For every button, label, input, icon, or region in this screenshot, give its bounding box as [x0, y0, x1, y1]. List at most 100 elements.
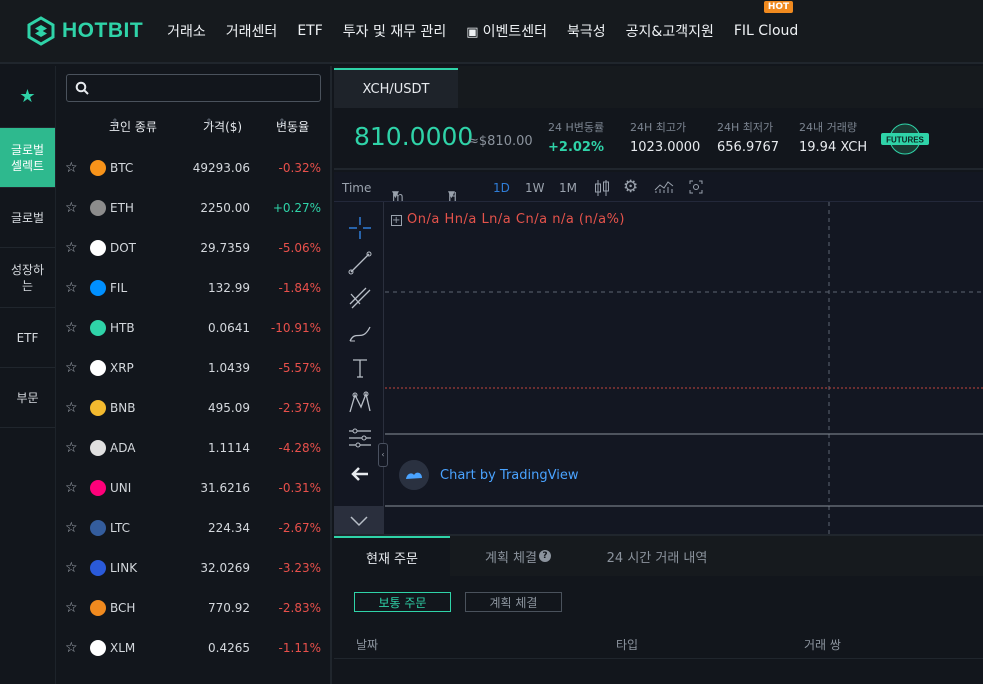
category-label: ETF [16, 330, 39, 345]
plan-order-button[interactable]: 계획 체결 [465, 592, 562, 612]
text-tool-icon[interactable] [346, 354, 374, 382]
category-global[interactable]: 글로벌 [0, 188, 55, 248]
favorite-star-icon[interactable]: ☆ [65, 400, 78, 416]
favorite-star-icon[interactable]: ☆ [65, 640, 78, 656]
nav-item-etf[interactable]: ETF [297, 23, 322, 39]
gear-icon[interactable]: ⚙ [623, 177, 638, 197]
category-label: 부문 [16, 390, 39, 405]
candle-type-icon[interactable] [594, 179, 610, 197]
futures-label: FUTURES [886, 136, 924, 145]
favorite-star-icon[interactable]: ☆ [65, 600, 78, 616]
coin-symbol: UNI [110, 481, 132, 495]
tab-current-orders[interactable]: 현재 주문 [334, 536, 450, 576]
coin-row[interactable]: ☆ BTC 49293.06 -0.32% [56, 148, 330, 188]
nav-item-finance[interactable]: 투자 및 재무 관리 [343, 21, 447, 41]
coin-row[interactable]: ☆ DOT 29.7359 -5.06% [56, 228, 330, 268]
nav-item-fil-cloud[interactable]: HOT FIL Cloud [734, 1, 798, 39]
coin-row[interactable]: ☆ FIL 132.99 -1.84% [56, 268, 330, 308]
category-growth[interactable]: 성장하 는 [0, 248, 55, 308]
tradingview-label: Chart by TradingView [440, 467, 579, 483]
coin-row[interactable]: ☆ LINK 32.0269 -3.23% [56, 548, 330, 588]
coin-row[interactable]: ☆ XRP 1.0439 -5.57% [56, 348, 330, 388]
pattern-icon[interactable] [346, 389, 374, 417]
coin-row[interactable]: ☆ ETH 2250.00 +0.27% [56, 188, 330, 228]
interval-1m-button[interactable]: 1M [559, 181, 577, 195]
nav-item-events[interactable]: ▣ 이벤트센터 [466, 21, 547, 41]
tab-plan-orders[interactable]: 계획 체결? [470, 536, 566, 576]
chevron-down-icon [350, 516, 368, 527]
tradingview-logo-icon [399, 460, 429, 490]
indicators-icon[interactable] [654, 180, 674, 194]
category-label: 글로벌 셀렉트 [10, 142, 45, 173]
futures-badge[interactable]: FUTURES [881, 122, 929, 156]
favorites-tab[interactable]: ★ [0, 66, 55, 128]
expand-toolbar-button[interactable] [334, 506, 384, 536]
normal-order-button[interactable]: 보통 주문 [354, 592, 451, 612]
ticker-bar: 810.0000 ≈$810.00 24 H변동률 +2.02% 24H 최고가… [334, 108, 983, 170]
coin-price: 224.34 [208, 521, 250, 535]
coin-change: -0.31% [278, 481, 321, 495]
legend-toggle-icon[interactable]: + [391, 215, 402, 226]
favorite-star-icon[interactable]: ☆ [65, 480, 78, 496]
tab-pair[interactable]: XCH/USDT [334, 68, 458, 108]
chart-container: Time m ▼ H ▼ 1D 1W 1M ⚙ ‹ + On/a Hn/a Ln… [334, 172, 983, 536]
favorite-star-icon[interactable]: ☆ [65, 200, 78, 216]
screenshot-icon[interactable] [689, 180, 703, 194]
coin-price: 29.7359 [200, 241, 250, 255]
coin-row[interactable]: ☆ BNB 495.09 -2.37% [56, 388, 330, 428]
coin-symbol: ADA [110, 441, 136, 455]
coin-price: 0.4265 [208, 641, 250, 655]
favorite-star-icon[interactable]: ☆ [65, 360, 78, 376]
coin-list-header: 코인 종류 ⇕ 가격($) ⇕ 변동율 ⇕ [56, 118, 330, 140]
coin-logo-icon [90, 200, 106, 216]
tradingview-badge[interactable]: Chart by TradingView [399, 460, 578, 490]
coin-row[interactable]: ☆ LTC 224.34 -2.67% [56, 508, 330, 548]
coin-row[interactable]: ☆ HTB 0.0641 -10.91% [56, 308, 330, 348]
favorite-star-icon[interactable]: ☆ [65, 280, 78, 296]
coin-price: 770.92 [208, 601, 250, 615]
coin-price: 1.0439 [208, 361, 250, 375]
fib-icon[interactable] [346, 284, 374, 312]
ohlc-values: On/a Hn/a Ln/a Cn/a n/a (n/a%) [407, 212, 625, 227]
stat-label: 24 H변동률 [548, 121, 605, 134]
search-box[interactable] [66, 74, 321, 102]
category-sector[interactable]: 부문 [0, 368, 55, 428]
favorite-star-icon[interactable]: ☆ [65, 240, 78, 256]
help-icon[interactable]: ? [538, 550, 551, 562]
coin-symbol: LTC [110, 521, 131, 535]
category-etf[interactable]: ETF [0, 308, 55, 368]
stat-value: 1023.0000 [630, 140, 701, 155]
coin-symbol: BTC [110, 161, 134, 175]
trendline-icon[interactable] [346, 249, 374, 277]
coin-price: 32.0269 [200, 561, 250, 575]
chart-plot-area[interactable]: + On/a Hn/a Ln/a Cn/a n/a (n/a%) Chart by… [385, 202, 983, 536]
coin-row[interactable]: ☆ XLM 0.4265 -1.11% [56, 628, 330, 668]
measure-icon[interactable] [346, 424, 374, 452]
coin-symbol: BCH [110, 601, 136, 615]
nav-item-exchange[interactable]: 거래소 [167, 21, 206, 41]
favorite-star-icon[interactable]: ☆ [65, 320, 78, 336]
nav-item-support[interactable]: 공지&고객지원 [626, 21, 714, 41]
crosshair-icon[interactable] [346, 214, 374, 242]
nav-item-polaris[interactable]: 북극성 [567, 21, 606, 41]
favorite-star-icon[interactable]: ☆ [65, 160, 78, 176]
coin-row[interactable]: ☆ BCH 770.92 -2.83% [56, 588, 330, 628]
coin-change: +0.27% [272, 201, 321, 215]
nav-item-trading-center[interactable]: 거래센터 [226, 21, 278, 41]
stat-label: 24H 최저가 [717, 121, 774, 134]
coin-row[interactable]: ☆ ADA 1.1114 -4.28% [56, 428, 330, 468]
favorite-star-icon[interactable]: ☆ [65, 440, 78, 456]
back-arrow-icon[interactable] [346, 460, 374, 488]
favorite-star-icon[interactable]: ☆ [65, 520, 78, 536]
coin-row[interactable]: ☆ UNI 31.6216 -0.31% [56, 468, 330, 508]
category-global-select[interactable]: 글로벌 셀렉트 [0, 128, 55, 188]
coin-logo-icon [90, 400, 106, 416]
interval-1d-button[interactable]: 1D [493, 181, 510, 195]
hotbit-logo-icon [27, 16, 55, 46]
tab-24h-history[interactable]: 24 시간 거래 내역 [596, 536, 718, 576]
search-input[interactable] [95, 77, 315, 99]
brush-icon[interactable] [346, 319, 374, 347]
favorite-star-icon[interactable]: ☆ [65, 560, 78, 576]
brand-logo[interactable]: HOTBIT [26, 16, 143, 46]
interval-1w-button[interactable]: 1W [525, 181, 545, 195]
